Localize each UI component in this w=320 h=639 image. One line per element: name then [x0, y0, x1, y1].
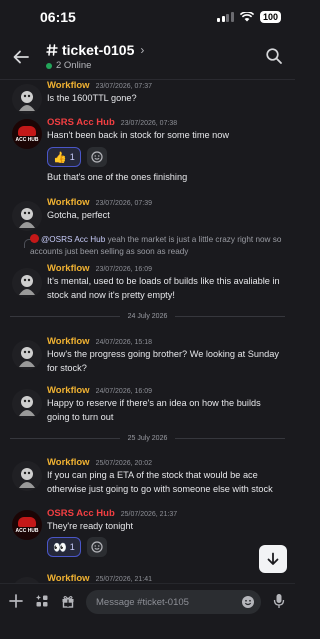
- message-timestamp: 25/07/2026, 20:02: [95, 460, 153, 467]
- search-button[interactable]: [265, 47, 285, 67]
- avatar-logo: [18, 516, 36, 527]
- reaction-count: 1: [69, 542, 75, 552]
- gift-icon: [62, 595, 74, 608]
- add-reaction-icon: [91, 151, 103, 163]
- message-text: If you can ping a ETA of the stock that …: [47, 470, 273, 494]
- reaction-thumbs-up[interactable]: 👍 1: [47, 147, 81, 167]
- battery-icon: 100: [259, 11, 281, 23]
- message-timestamp: 25/07/2026, 21:41: [95, 576, 153, 583]
- message-text: Gotcha, perfect: [47, 210, 110, 220]
- date-divider: 25 July 2026: [10, 435, 286, 442]
- avatar[interactable]: [12, 201, 42, 231]
- message-text: Hasn't been back in stock for some time …: [47, 130, 230, 140]
- add-reaction-button[interactable]: [86, 147, 107, 167]
- message-text: Happy to reserve if there's an idea on h…: [47, 398, 261, 422]
- message-text: How's the progress going brother? We loo…: [47, 349, 279, 373]
- arrow-left-icon: [13, 50, 29, 63]
- message-timestamp: 24/07/2026, 15:18: [95, 339, 153, 346]
- message-timestamp: 23/07/2026, 16:09: [95, 266, 153, 273]
- avatar-image: [19, 396, 35, 416]
- avatar[interactable]: [12, 461, 42, 491]
- chevron-right-icon: ›: [140, 43, 145, 57]
- message-timestamp: 23/07/2026, 07:37: [95, 83, 153, 90]
- back-button[interactable]: [10, 46, 32, 68]
- hashtag-icon: [46, 44, 58, 56]
- avatar[interactable]: ACC HUB: [12, 510, 42, 540]
- arrow-down-icon: [267, 552, 279, 565]
- message-text: Is the 1600TTL gone?: [47, 93, 137, 103]
- channel-title[interactable]: ticket-0105 › 2 Online: [46, 42, 265, 71]
- avatar-image: [19, 275, 35, 295]
- message-feed[interactable]: Workflow 23/07/2026, 07:37 Is the 1600TTL…: [0, 80, 295, 583]
- apps-icon: [36, 595, 48, 607]
- thumbs-up-icon: 👍: [53, 151, 67, 164]
- avatar-image: [19, 468, 35, 488]
- reply-avatar: [30, 234, 39, 243]
- message-author[interactable]: OSRS Acc Hub: [47, 117, 115, 128]
- date-divider-label: 25 July 2026: [127, 435, 168, 442]
- channel-name: ticket-0105: [62, 42, 135, 58]
- message-composer: [0, 583, 295, 639]
- online-indicator: [46, 62, 52, 69]
- message-author[interactable]: Workflow: [47, 336, 90, 347]
- status-bar: 06:15 100: [0, 0, 295, 34]
- message-author[interactable]: Workflow: [47, 457, 90, 468]
- avatar-image: [19, 91, 35, 111]
- status-time: 06:15: [40, 9, 76, 25]
- add-reaction-icon: [91, 541, 103, 553]
- message-author[interactable]: OSRS Acc Hub: [47, 508, 115, 519]
- message-timestamp: 23/07/2026, 07:38: [120, 120, 178, 127]
- message-timestamp: 23/07/2026, 07:39: [95, 200, 153, 207]
- avatar-image: [19, 347, 35, 367]
- avatar[interactable]: [12, 340, 42, 370]
- message-timestamp: 25/07/2026, 21:37: [120, 511, 178, 518]
- avatar[interactable]: ACC HUB: [12, 119, 42, 149]
- reply-mention: @OSRS Acc Hub: [41, 235, 106, 244]
- attach-button[interactable]: [8, 590, 24, 612]
- apps-button[interactable]: [34, 590, 50, 612]
- online-count: 2 Online: [56, 60, 92, 71]
- reply-reference[interactable]: @OSRS Acc Hub yeah the market is just a …: [30, 234, 285, 258]
- date-divider-label: 24 July 2026: [127, 313, 168, 320]
- message-text: They're ready tonight: [47, 521, 134, 531]
- message-author[interactable]: Workflow: [47, 80, 90, 91]
- message-input[interactable]: [96, 596, 241, 608]
- avatar-logo-text: ACC HUB: [15, 527, 39, 534]
- eyes-icon: 👀: [53, 541, 67, 554]
- reaction-eyes[interactable]: 👀 1: [47, 537, 81, 557]
- channel-header: ticket-0105 › 2 Online: [0, 34, 295, 80]
- voice-button[interactable]: [271, 590, 287, 612]
- add-reaction-button[interactable]: [86, 537, 107, 557]
- emoji-icon[interactable]: [241, 595, 255, 609]
- avatar[interactable]: [12, 268, 42, 298]
- message-timestamp: 24/07/2026, 16:09: [95, 388, 153, 395]
- message-text: But that's one of the ones finishing: [47, 172, 188, 182]
- message-input-box: [86, 590, 261, 614]
- microphone-icon: [273, 594, 285, 608]
- message-text: It's mental, used to be loads of builds …: [47, 276, 280, 300]
- gift-button[interactable]: [60, 590, 76, 612]
- avatar-image: [19, 208, 35, 228]
- message-author[interactable]: Workflow: [47, 385, 90, 396]
- wifi-icon: [239, 12, 254, 22]
- date-divider: 24 July 2026: [10, 313, 286, 320]
- reaction-count: 1: [69, 152, 75, 162]
- search-icon: [266, 47, 282, 64]
- plus-icon: [9, 594, 23, 608]
- avatar-logo-text: ACC HUB: [15, 136, 39, 143]
- avatar[interactable]: [12, 84, 42, 114]
- avatar-logo: [18, 125, 36, 136]
- message-author[interactable]: Workflow: [47, 197, 90, 208]
- jump-to-latest-button[interactable]: [259, 545, 287, 573]
- avatar[interactable]: [12, 389, 42, 419]
- signal-icon: [217, 12, 234, 22]
- message-author[interactable]: Workflow: [47, 573, 90, 583]
- message-author[interactable]: Workflow: [47, 263, 90, 274]
